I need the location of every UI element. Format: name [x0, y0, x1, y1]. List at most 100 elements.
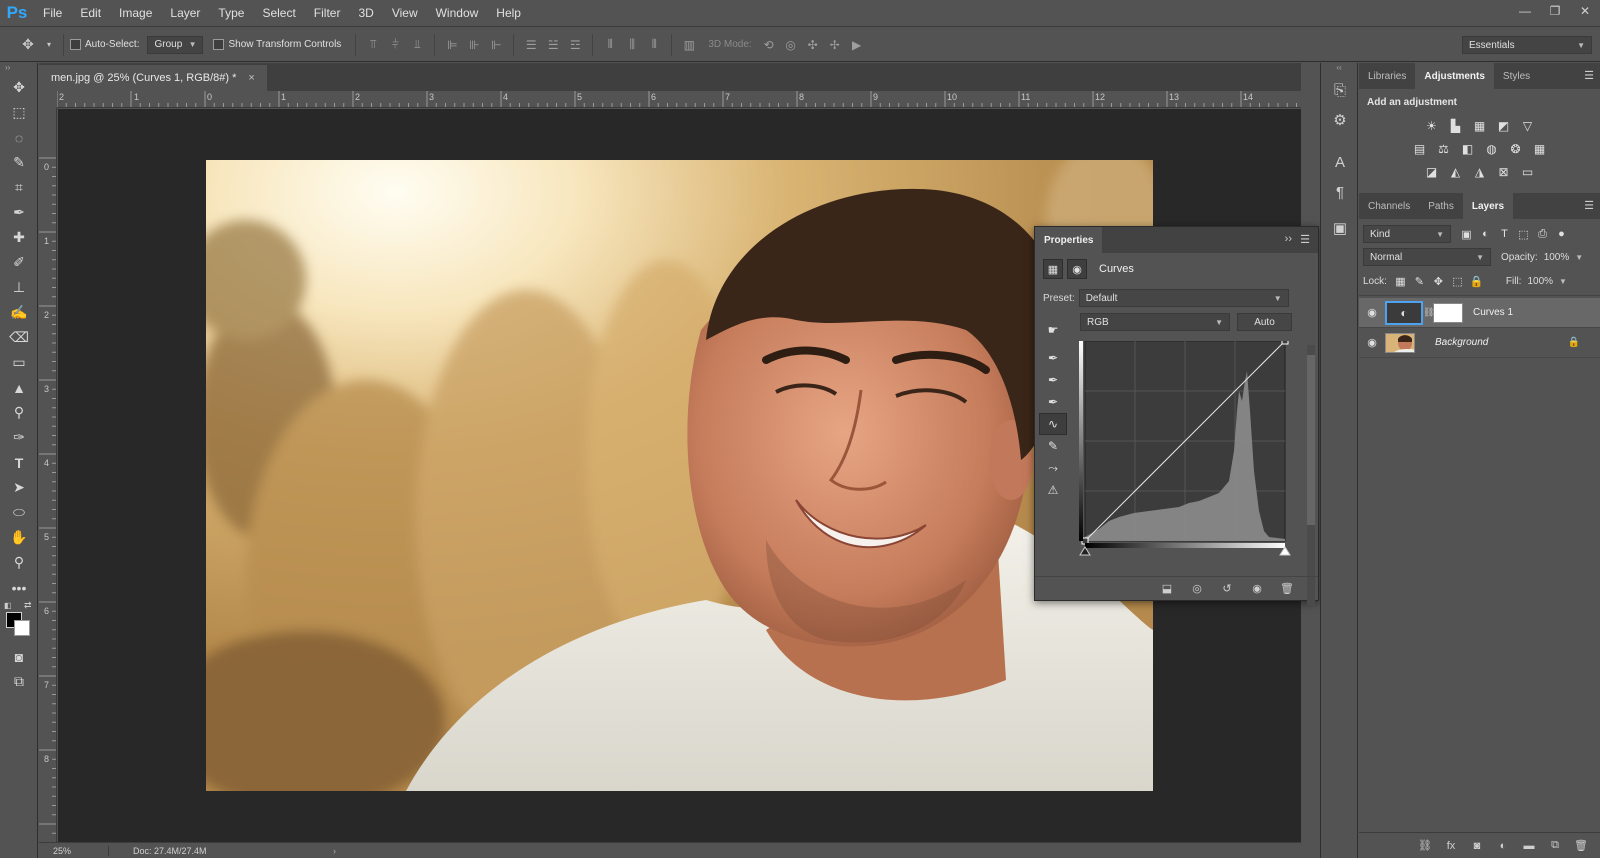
on-image-adjust-icon[interactable]: ☛: [1039, 319, 1067, 341]
lock-all-icon[interactable]: 🔒: [1467, 272, 1486, 290]
character-panel-icon[interactable]: A: [1321, 147, 1359, 177]
lock-position-icon[interactable]: ✥: [1429, 272, 1448, 290]
curves-icon[interactable]: ▦: [1470, 116, 1489, 135]
paragraph-panel-icon[interactable]: ¶: [1321, 177, 1359, 207]
pencil-draw-icon[interactable]: ✎: [1039, 435, 1067, 457]
smooth-curve-icon[interactable]: ⤳: [1039, 457, 1067, 479]
delete-layer-icon[interactable]: 🗑: [1572, 837, 1590, 855]
minimize-button[interactable]: —: [1510, 0, 1540, 22]
preset-dropdown[interactable]: Default ▼: [1078, 289, 1289, 307]
distribute-right-icon[interactable]: ⫴: [645, 36, 663, 54]
filter-shape-icon[interactable]: ⬚: [1514, 225, 1533, 243]
auto-select-checkbox[interactable]: [70, 39, 81, 50]
background-color-swatch[interactable]: [14, 620, 30, 636]
view-previous-icon[interactable]: ◎: [1188, 580, 1206, 598]
filter-pixel-icon[interactable]: ▣: [1457, 225, 1476, 243]
distribute-hcenter-icon[interactable]: ⫼: [623, 36, 641, 54]
tab-paths[interactable]: Paths: [1419, 193, 1463, 219]
add-mask-icon[interactable]: ◙: [1468, 837, 1486, 855]
vibrance-icon[interactable]: ▽: [1518, 116, 1537, 135]
type-tool-icon[interactable]: T: [0, 450, 38, 475]
clone-stamp-tool-icon[interactable]: ⊥: [0, 275, 38, 300]
chevron-down-icon[interactable]: ▾: [44, 35, 54, 55]
blur-tool-icon[interactable]: ▲: [0, 375, 38, 400]
crop-tool-icon[interactable]: ⌗: [0, 175, 38, 200]
move-tool-preset-icon[interactable]: ✥: [18, 35, 38, 55]
fx-icon[interactable]: fx: [1442, 837, 1460, 855]
quick-mask-icon[interactable]: ◙: [0, 644, 38, 669]
show-transform-checkbox[interactable]: [213, 39, 225, 50]
clip-to-layer-icon[interactable]: ⬓: [1158, 580, 1176, 598]
new-adjustment-layer-icon[interactable]: ◐: [1494, 837, 1512, 855]
filter-toggle-icon[interactable]: ●: [1552, 225, 1571, 243]
show-transform-toggle[interactable]: Show Transform Controls: [213, 39, 341, 50]
layer-mask-icon[interactable]: ◉: [1067, 259, 1087, 279]
path-selection-tool-icon[interactable]: ➤: [0, 475, 38, 500]
menu-select[interactable]: Select: [253, 0, 304, 27]
scroll-thumb[interactable]: [1307, 355, 1315, 525]
channel-mixer-icon[interactable]: ❂: [1506, 139, 1525, 158]
menu-file[interactable]: File: [34, 0, 71, 27]
blend-mode-dropdown[interactable]: Normal ▼: [1363, 248, 1491, 266]
properties-dock-icon[interactable]: ⚙: [1321, 105, 1359, 135]
auto-select-toggle[interactable]: Auto-Select:: [70, 39, 139, 50]
visibility-eye-icon[interactable]: ◉: [1359, 306, 1385, 319]
align-hcenter-icon[interactable]: ⊪: [465, 36, 483, 54]
posterize-icon[interactable]: ◭: [1446, 162, 1465, 181]
visibility-eye-icon[interactable]: ◉: [1248, 580, 1266, 598]
selective-color-icon[interactable]: ⊠: [1494, 162, 1513, 181]
menu-view[interactable]: View: [383, 0, 427, 27]
tab-styles[interactable]: Styles: [1494, 63, 1539, 89]
mask-thumbnail[interactable]: [1433, 302, 1463, 323]
move-tool-icon[interactable]: ✥: [0, 75, 38, 100]
opacity-value[interactable]: 100%: [1544, 252, 1570, 263]
eyedropper-tool-icon[interactable]: ✒: [0, 200, 38, 225]
collapse-dock-icon[interactable]: ‹‹: [1321, 63, 1357, 75]
distribute-vcenter-icon[interactable]: ☱: [544, 36, 562, 54]
menu-image[interactable]: Image: [110, 0, 161, 27]
color-balance-icon[interactable]: ⚖: [1434, 139, 1453, 158]
distribute-left-icon[interactable]: ⦀: [601, 36, 619, 54]
gray-point-eyedropper-icon[interactable]: ✒: [1039, 369, 1067, 391]
distribute-top-icon[interactable]: ☰: [522, 36, 540, 54]
align-left-icon[interactable]: ⊫: [443, 36, 461, 54]
close-icon[interactable]: ×: [248, 72, 254, 84]
lock-artboard-icon[interactable]: ⬚: [1448, 272, 1467, 290]
distribute-bottom-icon[interactable]: ☲: [566, 36, 584, 54]
align-vcenter-icon[interactable]: ⫩: [386, 36, 404, 54]
menu-filter[interactable]: Filter: [305, 0, 350, 27]
gradient-map-icon[interactable]: ▭: [1518, 162, 1537, 181]
panel-menu-icon[interactable]: ☰: [1584, 69, 1594, 82]
exposure-icon[interactable]: ◩: [1494, 116, 1513, 135]
kind-filter-dropdown[interactable]: Kind ▼: [1363, 225, 1451, 243]
brightness-contrast-icon[interactable]: ☀: [1422, 116, 1441, 135]
delete-adjustment-icon[interactable]: 🗑: [1278, 580, 1296, 598]
adjustment-thumbnail[interactable]: ◐: [1385, 300, 1423, 325]
3d-slide-icon[interactable]: ✢: [826, 36, 844, 54]
3d-roll-icon[interactable]: ◎: [782, 36, 800, 54]
layer-row[interactable]: ◉ Background 🔒: [1359, 328, 1600, 358]
visibility-eye-icon[interactable]: ◉: [1359, 336, 1385, 349]
tab-channels[interactable]: Channels: [1359, 193, 1419, 219]
align-right-icon[interactable]: ⊩: [487, 36, 505, 54]
3d-scale-icon[interactable]: ▶: [848, 36, 866, 54]
workspace-dropdown[interactable]: Essentials ▼: [1462, 36, 1592, 54]
quick-selection-tool-icon[interactable]: ✎: [0, 150, 38, 175]
marquee-tool-icon[interactable]: ⬚: [0, 100, 38, 125]
layer-name[interactable]: Curves 1: [1473, 307, 1513, 318]
properties-tab[interactable]: Properties: [1035, 227, 1103, 253]
curves-graph[interactable]: [1079, 341, 1293, 561]
history-brush-tool-icon[interactable]: ✍: [0, 300, 38, 325]
reset-icon[interactable]: ↺: [1218, 580, 1236, 598]
chevron-down-icon[interactable]: ▼: [1575, 253, 1583, 262]
close-window-button[interactable]: ✕: [1570, 0, 1600, 22]
black-white-icon[interactable]: ◧: [1458, 139, 1477, 158]
document-image[interactable]: [206, 160, 1153, 791]
collapse-panel-icon[interactable]: ››: [1285, 233, 1292, 245]
layer-name[interactable]: Background: [1435, 337, 1488, 348]
align-top-icon[interactable]: ⫪: [364, 36, 382, 54]
channel-dropdown[interactable]: RGB ▼: [1080, 313, 1230, 331]
fill-value[interactable]: 100%: [1527, 276, 1553, 287]
zoom-tool-icon[interactable]: ⚲: [0, 550, 38, 575]
menu-3d[interactable]: 3D: [349, 0, 382, 27]
